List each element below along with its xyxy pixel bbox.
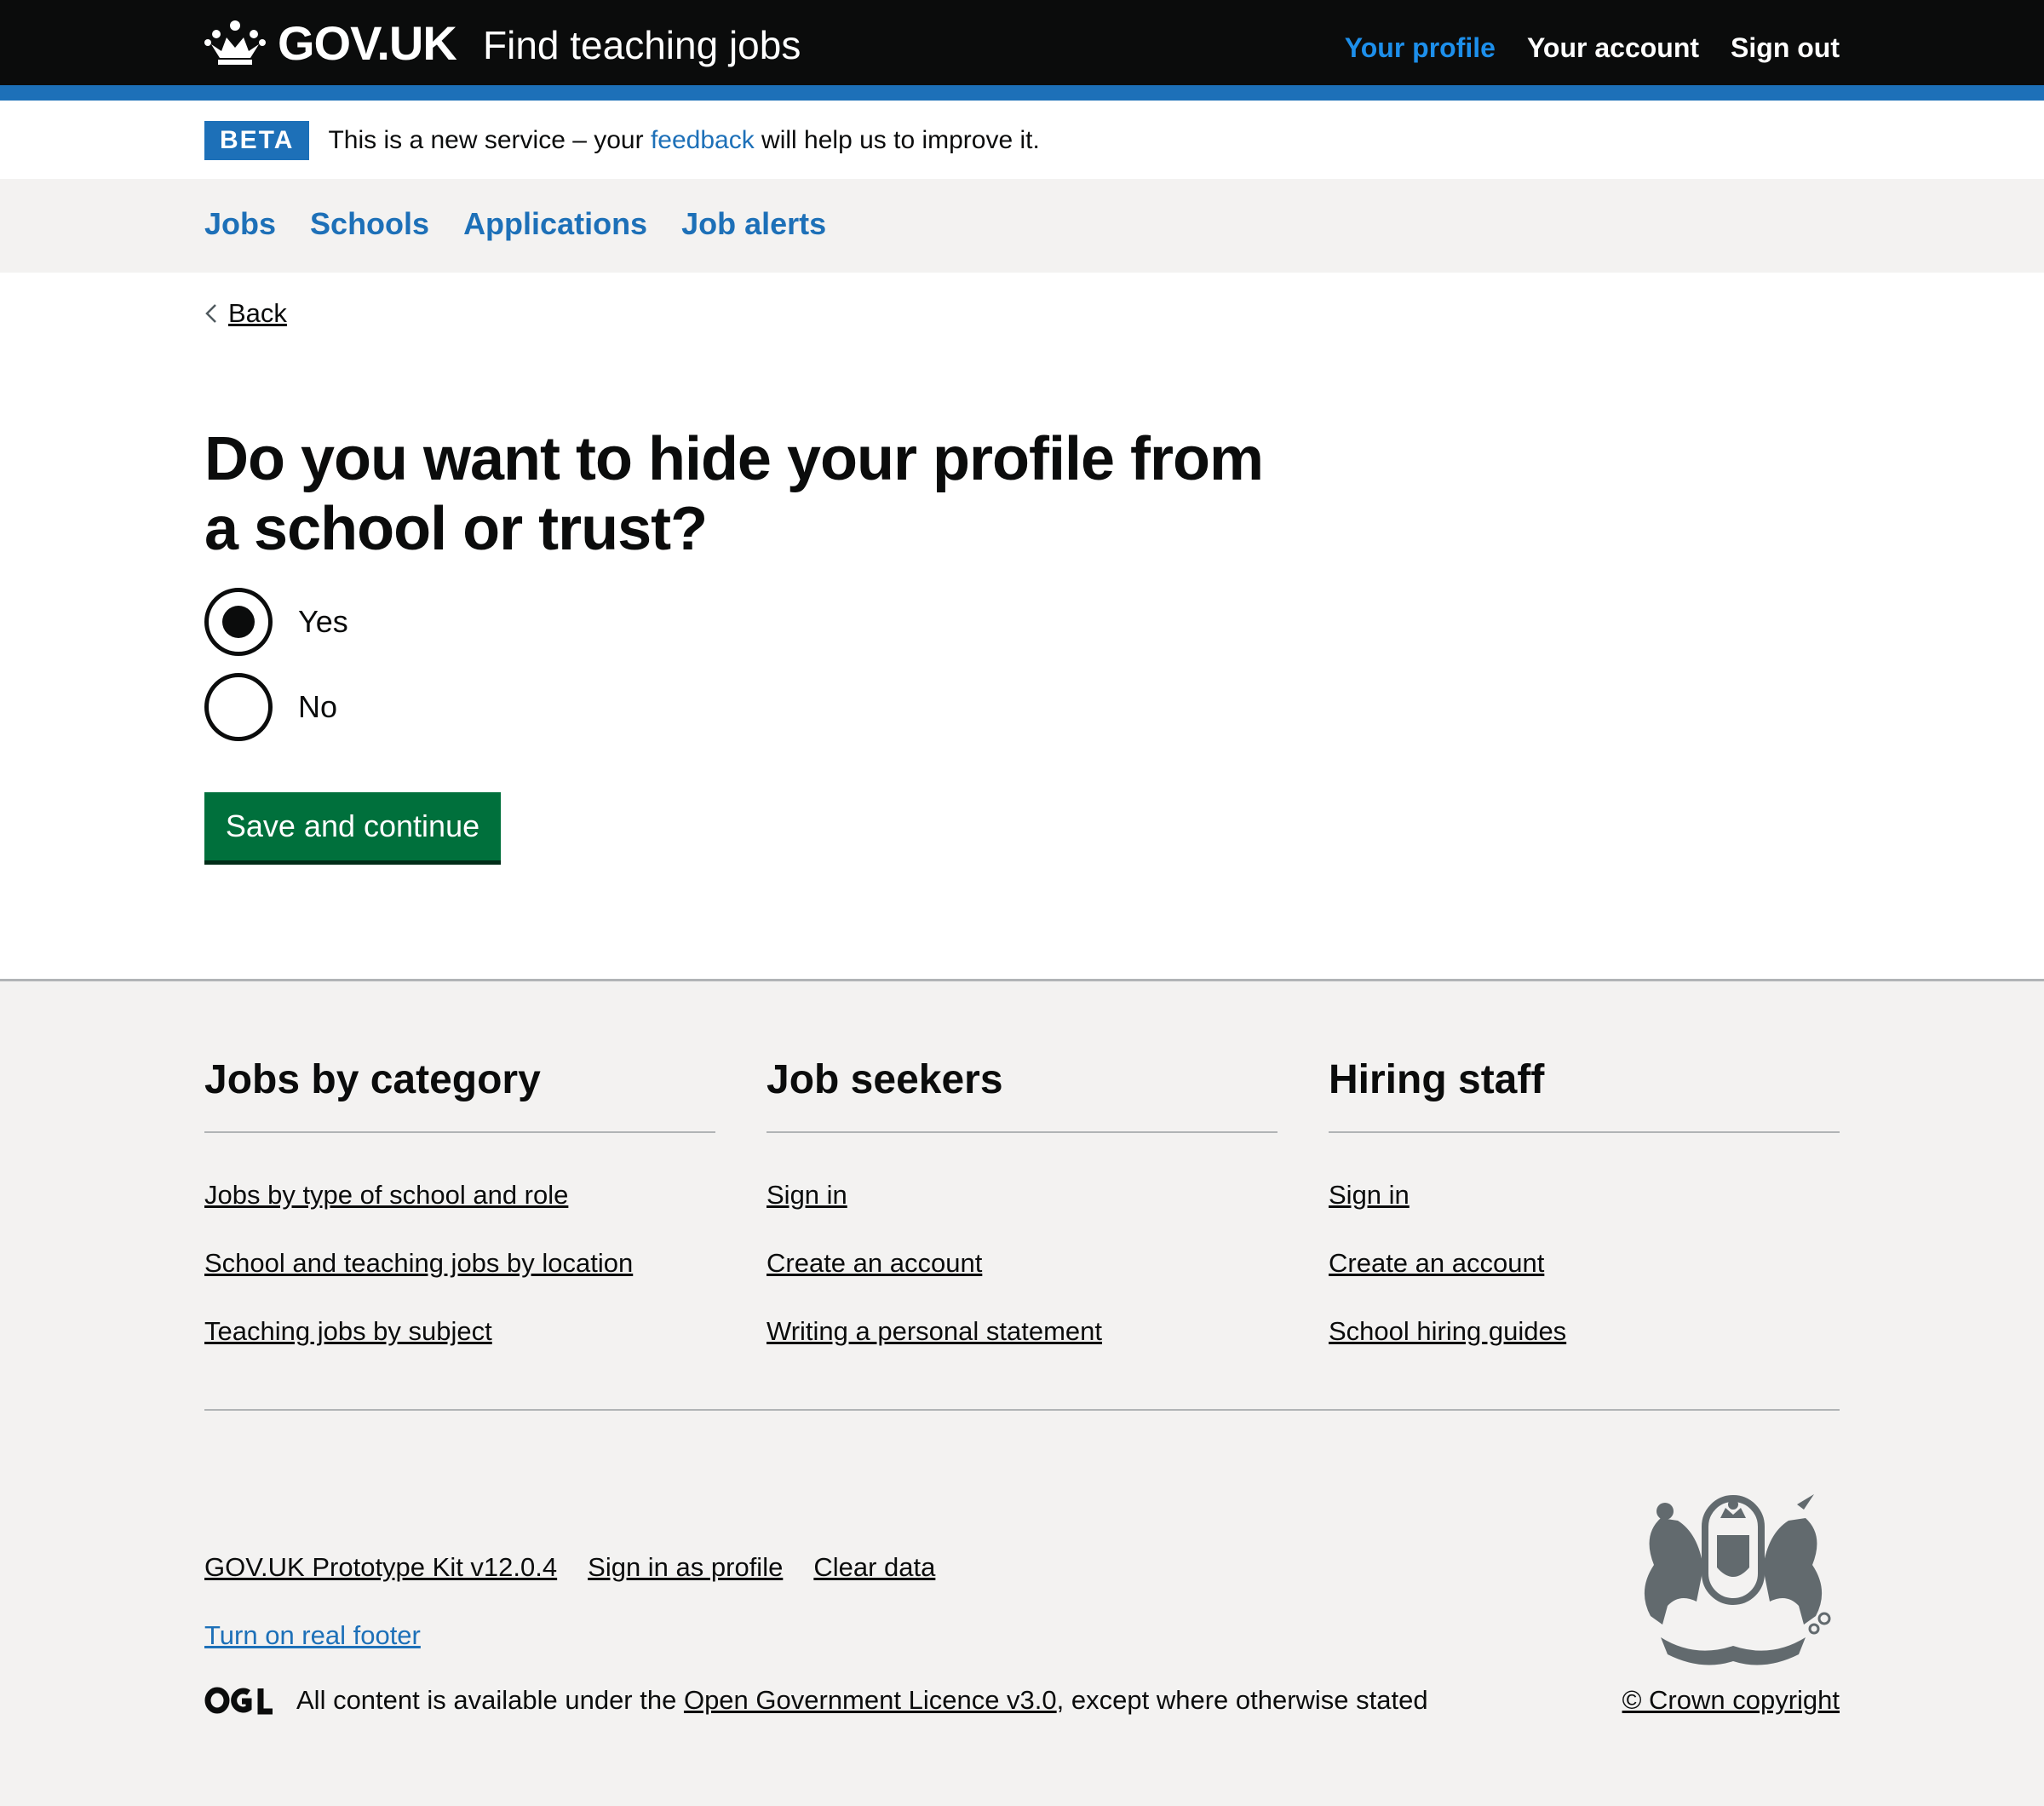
back-link[interactable]: Back [204,298,287,329]
footer-link[interactable]: Teaching jobs by subject [204,1316,715,1384]
royal-coat-of-arms-icon [1644,1494,1831,1665]
site-footer: Jobs by category Jobs by type of school … [0,979,2044,1806]
clear-data-link[interactable]: Clear data [813,1552,935,1583]
licence-text-after: , except where otherwise stated [1056,1685,1428,1715]
nav-applications[interactable]: Applications [463,206,647,242]
page-title: Do you want to hide your profile from a … [204,425,1264,563]
footer-heading: Jobs by category [204,1050,715,1133]
footer-link[interactable]: School hiring guides [1329,1316,1840,1384]
radio-label-yes[interactable]: Yes [298,604,348,640]
footer-link[interactable]: Create an account [766,1248,1278,1316]
nav-your-account[interactable]: Your account [1527,32,1699,64]
beta-tag: BETA [204,121,310,160]
nav-your-profile[interactable]: Your profile [1345,32,1496,64]
phase-text-before: This is a new service – your [328,126,651,154]
save-and-continue-button[interactable]: Save and continue [204,792,501,860]
footer-link[interactable]: Create an account [1329,1248,1840,1316]
phase-text-after: will help us to improve it. [754,126,1040,154]
phase-banner: BETA This is a new service – your feedba… [204,119,1040,162]
radio-button-unchecked[interactable] [204,673,273,741]
footer-link[interactable]: School and teaching jobs by location [204,1248,715,1316]
footer-heading: Hiring staff [1329,1050,1840,1133]
radio-selected-dot [222,606,255,638]
licence-notice: All content is available under the Open … [204,1685,1428,1716]
footer-divider [204,1409,1840,1411]
footer-link[interactable]: Sign in [1329,1180,1840,1248]
footer-meta-links: GOV.UK Prototype Kit v12.0.4 Sign in as … [204,1552,935,1583]
crown-icon [204,20,266,65]
service-name-link[interactable]: Find teaching jobs [483,22,801,68]
feedback-link[interactable]: feedback [651,126,755,155]
nav-sign-out[interactable]: Sign out [1731,32,1840,64]
ogl-logo-icon [204,1687,273,1715]
account-navigation: Your profile Your account Sign out [1345,32,1840,64]
radio-option-no[interactable]: No [204,673,348,741]
crown-copyright-link[interactable]: © Crown copyright [1622,1685,1840,1716]
footer-link[interactable]: Writing a personal statement [766,1316,1278,1384]
footer-heading: Job seekers [766,1050,1278,1133]
licence-text-before: All content is available under the [296,1685,684,1715]
prototype-kit-link[interactable]: GOV.UK Prototype Kit v12.0.4 [204,1552,557,1583]
turn-on-real-footer-link[interactable]: Turn on real footer [204,1620,421,1651]
radio-option-yes[interactable]: Yes [204,588,348,656]
nav-jobs[interactable]: Jobs [204,206,276,242]
nav-job-alerts[interactable]: Job alerts [681,206,826,242]
radio-label-no[interactable]: No [298,689,337,725]
site-header: GOV.UK Find teaching jobs Your profile Y… [0,0,2044,85]
footer-column-job-seekers: Job seekers Sign in Create an account Wr… [766,1050,1278,1384]
radio-group: Yes No [204,588,348,758]
footer-column-hiring-staff: Hiring staff Sign in Create an account S… [1329,1050,1840,1384]
open-government-licence-link[interactable]: Open Government Licence v3.0 [684,1685,1057,1716]
back-link-label: Back [228,298,287,328]
chevron-left-icon [205,304,216,323]
footer-column-jobs-by-category: Jobs by category Jobs by type of school … [204,1050,715,1384]
nav-schools[interactable]: Schools [310,206,429,242]
footer-link[interactable]: Sign in [766,1180,1278,1248]
footer-link[interactable]: Jobs by type of school and role [204,1180,715,1248]
govuk-logo-text: GOV.UK [278,15,457,70]
primary-navigation: Jobs Schools Applications Job alerts [0,179,2044,273]
sign-in-as-profile-link[interactable]: Sign in as profile [588,1552,783,1583]
govuk-logo-link[interactable]: GOV.UK [204,15,457,70]
header-blue-bar [0,85,2044,101]
radio-button-checked[interactable] [204,588,273,656]
